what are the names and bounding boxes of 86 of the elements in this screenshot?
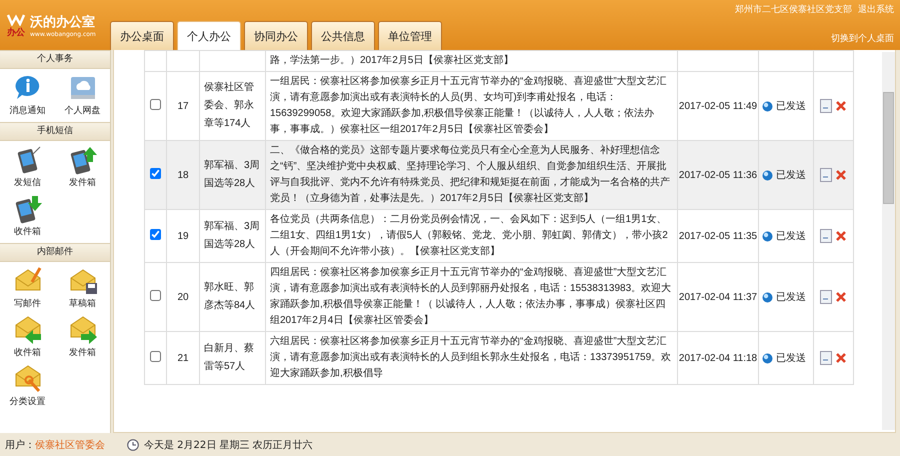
send-time: 2017-02-05 11:36 [678,140,758,210]
status-text: 已发送 [776,100,806,113]
table-row[interactable]: 19 郭军福、3周国选等28人 各位党员（共两条信息）：二月份党员例会情况，一、会风如下：迟到5人（一组1男1女、二组1女、四组1男1女），请假5人（郭毅铭、党龙、党小朋、郭虹阂、郭倩文），带小孩2人（开会期间不允许带小孩）。【侯寨社区党支部】 2017-02-05 11:35 已发送 [144,210,854,262]
send-time: 2017-02-04 11:37 [678,262,758,332]
globe-icon [762,352,773,364]
sidebar-item[interactable]: 收件箱 [0,313,55,362]
envelope-arrow-left-icon [12,315,42,345]
recipients-text: 郭军福、3周国选等28人 [200,140,266,210]
delete-button[interactable] [835,291,847,303]
row-checkbox[interactable] [150,351,161,362]
document-icon [820,168,832,182]
recipients-text: 郭水旺、郭彦杰等84人 [200,262,266,332]
close-icon [835,169,847,181]
clock-icon [127,438,139,450]
document-icon [820,229,832,243]
view-button[interactable] [820,290,832,304]
sidebar-item[interactable]: 发件箱 [55,143,110,192]
user-name: 侯寨社区管委会 [35,438,105,452]
sidebar-item[interactable]: 发短信 [0,143,55,192]
document-icon [820,351,832,365]
logo-text: 办公 [7,26,25,38]
sidebar-item[interactable]: 草稿箱 [55,264,110,313]
send-time: 2017-02-04 11:18 [678,332,758,384]
message-text: 二、《做合格的党员》这部专题片要求每位党员只有全心全意为人民服务、补好理想信念之“钙”、坚决维护党中央权威、坚持理论学习、个人服从组织、自觉参加组织生活、开展批评与自我批评、党内不允许有特殊党员、把纪律和规矩挺在前面，才能成为一名合格的共产党员！（立身德为首，处事法是先。）2017年2月5日【侯寨社区党支部】 [266,140,678,210]
sidebar-item[interactable]: 消息通知 [0,71,55,120]
status-text: 已发送 [776,169,806,182]
sidebar-item[interactable]: 收件箱 [0,192,55,241]
row-number: 20 [166,262,200,332]
delete-button[interactable] [835,169,847,181]
delete-button[interactable] [835,100,847,112]
row-checkbox[interactable] [150,99,161,110]
view-button[interactable] [820,229,832,243]
delete-button[interactable] [835,352,847,364]
nav-tab[interactable]: 单位管理 [378,21,442,50]
nav-tab[interactable]: 个人办公 [177,21,241,50]
view-button[interactable] [820,99,832,113]
row-number: 21 [166,332,200,384]
section-header: 个人事务 [0,50,110,69]
date-text: 今天是 2月22日 星期三 农历正月廿六 [144,438,313,452]
message-text: 各位党员（共两条信息）：二月份党员例会情况，一、会风如下：迟到5人（一组1男1女、二组1女、四组1男1女），请假5人（郭毅铭、党龙、党小朋、郭虹阂、郭倩文），带小孩2人（开会期间不允许带小孩）。【侯寨社区党支部】 [266,210,678,262]
message-text: 四组居民：侯寨社区将参加侯寨乡正月十五元宵节举办的“金鸡报晓、喜迎盛世”大型文艺汇演，请有意愿参加演出或有表演特长的人员到郭丽丹处报名，电话：15538313983。欢迎大家踊跃参加,积极倡导侯寨正能量！（ 以诚待人，人人敬；依法办事，事事成）侯寨社区四组2017年2月4日【侯寨社区管委会】 [266,262,678,332]
organization-name: 郑州市二七区侯寨社区党支部 [735,4,852,16]
close-icon [835,291,847,303]
nav-tab[interactable]: 协同办公 [244,21,308,50]
sidebar-item[interactable]: 写邮件 [0,264,55,313]
app-title: 沃的办公室 [30,14,96,30]
recipients-text: 郭军福、3周国选等28人 [200,210,266,262]
globe-icon [762,100,773,112]
document-icon [820,290,832,304]
globe-icon [762,292,773,302]
section-header: 内部邮件 [0,243,110,262]
close-icon [835,100,847,112]
logo-icon [6,12,26,26]
globe-icon [762,230,773,242]
recipients-text: 白新月、蔡雷等57人 [200,332,266,384]
table-row[interactable]: 18 郭军福、3周国选等28人 二、《做合格的党员》这部专题片要求每位党员只有全心全意为人民服务、补好理想信念之“钙”、坚决维护党中央权威、坚持理论学习、个人服从组织、自觉参加组织生活、开展批评与自我批评、党内不允许有特殊党员、把纪律和规矩挺在前面，才能成为一名合格的共产党员！（立身德为首，处事法是先。）2017年2月5日【侯寨社区党支部】 2017-02-05 11:36 已发送 [144,140,854,210]
document-icon [820,99,832,113]
envelope-arrow-right-icon [68,315,98,345]
status-text: 已发送 [776,291,806,304]
status-text: 已发送 [776,230,806,243]
sidebar-item[interactable]: 发件箱 [55,313,110,362]
table-row[interactable]: 20 郭水旺、郭彦杰等84人 四组居民：侯寨社区将参加侯寨乡正月十五元宵节举办的“金鸡报晓、喜迎盛世”大型文艺汇演，请有意愿参加演出或有表演特长的人员到郭丽丹处报名，电话：15538313983。欢迎大家踊跃参加,积极倡导侯寨正能量！（ 以诚待人，人人敬；依法办事，事事成）侯寨社区四组2017年2月4日【侯寨社区管委会】 2017-02-04 11:37 已发送 [144,262,854,332]
scrollbar[interactable] [882,52,895,430]
section-header: 手机短信 [0,122,110,141]
row-number: 19 [166,210,200,262]
nav-tab[interactable]: 办公桌面 [110,21,174,50]
row-checkbox[interactable] [150,290,161,301]
nav-tab[interactable]: 公共信息 [311,21,375,50]
view-button[interactable] [820,351,832,365]
row-checkbox[interactable] [150,168,161,179]
user-label: 用户： [5,438,35,452]
close-icon [835,352,847,364]
close-icon [835,230,847,242]
message-text: 路，学法第一步。）2017年2月5日【侯寨社区党支部】 [266,50,678,72]
send-time: 2017-02-05 11:35 [678,210,758,262]
sidebar-item[interactable]: 分类设置 [0,362,55,411]
sidebar-item[interactable]: 个人网盘 [55,71,110,120]
delete-button[interactable] [835,230,847,242]
message-text: 六组居民：侯寨社区将参加侯寨乡正月十五元宵节举办的“金鸡报晓、喜迎盛世”大型文艺汇演，请有意愿参加演出或有表演特长的人员到组长郭永生处报名，电话：13373951759。欢迎大家踊跃参加,积极倡导 [266,332,678,384]
globe-icon [762,170,773,180]
envelope-wrench-icon [12,364,42,394]
table-row[interactable]: 21 白新月、蔡雷等57人 六组居民：侯寨社区将参加侯寨乡正月十五元宵节举办的“金鸡报晓、喜迎盛世”大型文艺汇演，请有意愿参加演出或有表演特长的人员到组长郭永生处报名，电话：13373951759。欢迎大家踊跃参加,积极倡导 2017-02-04 11:18 已发送 [144,332,854,384]
status-text: 已发送 [776,352,806,365]
view-button[interactable] [820,168,832,182]
row-number: 18 [166,140,200,210]
row-checkbox[interactable] [150,229,161,240]
